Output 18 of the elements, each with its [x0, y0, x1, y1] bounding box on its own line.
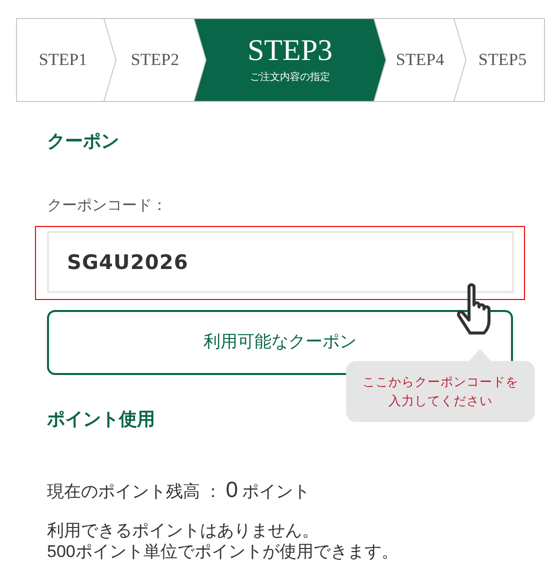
step-label: STEP5	[478, 49, 527, 72]
tooltip-text: 入力してください	[388, 392, 492, 410]
note-text: 500ポイント単位でポイントが使用できます。	[47, 540, 398, 562]
balance-value: 0	[226, 476, 238, 504]
section-heading: クーポン	[47, 130, 119, 153]
field-label: クーポンコード：	[47, 196, 167, 216]
step-label: STEP1	[38, 49, 88, 72]
tooltip-text: ここからクーポンコードを	[362, 374, 518, 390]
balance-label: 現在のポイント残高 ：	[47, 480, 222, 502]
step-label: STEP4	[396, 49, 444, 72]
available-coupons-button[interactable]: 利用可能なクーポン	[47, 310, 513, 374]
step-label: STEP3	[247, 35, 333, 67]
coupon-code-field[interactable]: SG4U2026	[47, 230, 514, 292]
section-heading: ポイント使用	[47, 408, 155, 430]
step-label: STEP2	[130, 49, 180, 72]
step-subtitle: ご注文内容の指定	[250, 70, 330, 85]
balance-unit: ポイント	[242, 480, 310, 502]
note-text: 利用できるポイントはありません。	[47, 520, 319, 540]
